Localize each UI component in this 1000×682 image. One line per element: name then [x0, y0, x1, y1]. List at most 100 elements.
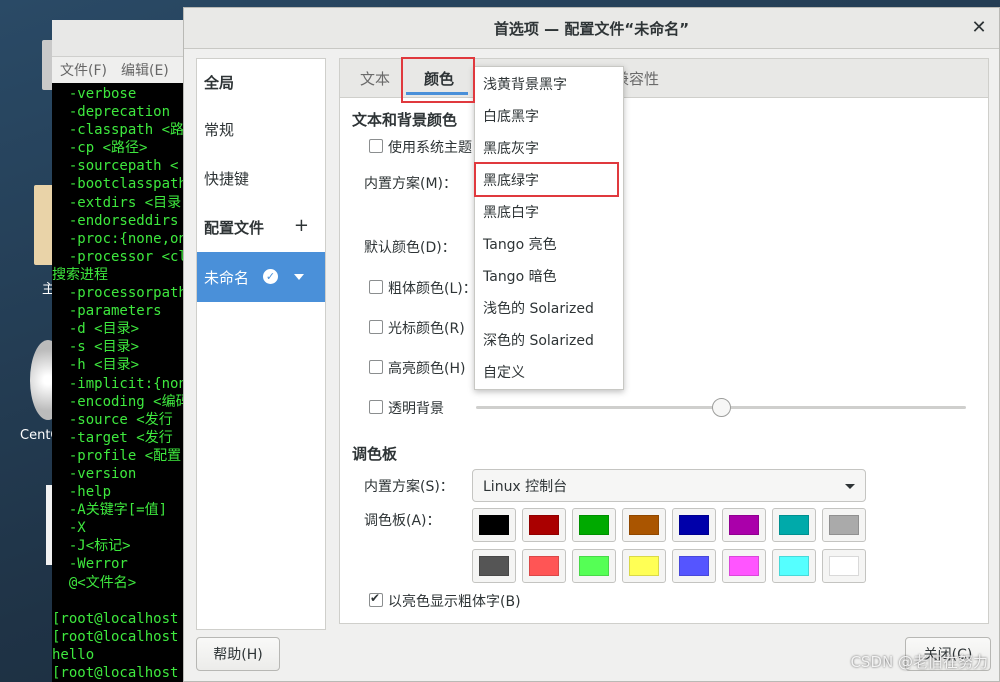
sidebar-label: 快捷键 [204, 170, 250, 188]
terminal-menu-file[interactable]: 文件(F) [60, 60, 107, 80]
dialog-header[interactable]: 首选项 — 配置文件“未命名” ✕ [184, 8, 999, 49]
palette-swatch[interactable] [622, 508, 666, 542]
scheme-menu-item[interactable]: Tango 暗色 [483, 266, 557, 286]
terminal-line: -profile <配置 [52, 447, 182, 464]
close-icon[interactable]: ✕ [969, 18, 989, 38]
dialog-title: 首选项 — 配置文件“未命名” [493, 19, 690, 38]
terminal-line: [root@localhost [52, 610, 179, 627]
use-system-theme-checkbox[interactable] [369, 139, 383, 153]
palette-swatch[interactable] [572, 549, 616, 583]
help-button[interactable]: 帮助(H) [196, 637, 280, 671]
terminal-window[interactable]: 文件(F) 编辑(E) -verbose -deprecation -class… [52, 20, 202, 682]
sidebar-item-global[interactable]: 全局 [197, 59, 325, 105]
terminal-line: -encoding <编码 [52, 393, 190, 410]
terminal-line: -J<标记> [52, 538, 131, 555]
scheme-menu-item[interactable]: 浅色的 Solarized [483, 298, 594, 318]
cursor-color-checkbox[interactable] [369, 320, 383, 334]
terminal-line: -processor <cl [52, 248, 187, 265]
palette-color [679, 556, 709, 576]
palette-swatch[interactable] [472, 508, 516, 542]
sidebar-item-shortcuts[interactable]: 快捷键 [197, 154, 325, 203]
terminal-line: -classpath <路 [52, 122, 185, 139]
scheme-menu-item[interactable]: 黑底白字 [483, 202, 539, 222]
sidebar-item-general[interactable]: 常规 [197, 105, 325, 154]
terminal-line: -sourcepath < [52, 158, 179, 175]
terminal-line: -target <发行 [52, 429, 173, 446]
terminal-line: @<文件名> [52, 574, 137, 591]
palette-color [779, 556, 809, 576]
palette-color [779, 515, 809, 535]
palette-color [629, 515, 659, 535]
scheme-menu-item[interactable]: 自定义 [483, 362, 525, 382]
bold-bright-checkbox[interactable] [369, 591, 383, 607]
terminal-output[interactable]: -verbose -deprecation -classpath <路 -cp … [52, 83, 202, 682]
terminal-line: -proc:{none,on [52, 230, 187, 247]
profile-content: 文本 颜色 兼容性 文本和背景颜色 使用系统主题 内置方案(M)： 默认颜色(D… [339, 58, 989, 624]
chevron-down-icon[interactable] [294, 274, 304, 280]
palette-swatch[interactable] [522, 549, 566, 583]
terminal-titlebar[interactable] [52, 20, 202, 57]
terminal-line: [root@localhost [52, 628, 179, 645]
palette-color [579, 515, 609, 535]
palette-swatch[interactable] [722, 549, 766, 583]
terminal-line: 搜索进程 [52, 266, 108, 283]
palette-swatch[interactable] [772, 508, 816, 542]
palette-swatch[interactable] [722, 508, 766, 542]
terminal-line: -h <目录> [52, 357, 140, 374]
annotation-box-colors-tab [401, 57, 475, 103]
folder-icon[interactable] [34, 185, 54, 265]
sidebar-label: 未命名 [204, 268, 250, 287]
terminal-line: -verbose [52, 86, 137, 102]
palette-swatch[interactable] [672, 549, 716, 583]
sidebar-item-profile-unnamed[interactable]: 未命名 ✓ [197, 252, 325, 302]
palette-color [629, 556, 659, 576]
terminal-line: -bootclasspath [52, 176, 187, 193]
palette-swatch[interactable] [572, 508, 616, 542]
scheme-menu-item[interactable]: 黑底灰字 [483, 138, 539, 158]
terminal-line: -Werror [52, 556, 128, 573]
palette-color [479, 556, 509, 576]
palette-swatch[interactable] [472, 549, 516, 583]
terminal-line: -version [52, 465, 137, 482]
palette-color [829, 515, 859, 535]
scheme-menu-item[interactable]: 白底黑字 [483, 106, 539, 126]
terminal-line: -X [52, 520, 86, 537]
default-color-label: 默认颜色(D)： [364, 240, 456, 256]
terminal-line: [root@localhost [52, 665, 179, 681]
palette-swatch[interactable] [772, 549, 816, 583]
builtin-scheme-label: 内置方案(M)： [364, 176, 458, 192]
highlight-color-label: 高亮颜色(H) [388, 361, 466, 377]
transparency-slider-handle[interactable] [711, 398, 731, 417]
bold-color-label: 粗体颜色(L)： [388, 281, 477, 297]
highlight-color-checkbox[interactable] [369, 360, 383, 374]
terminal-line: -endorseddirs [52, 212, 179, 229]
add-profile-icon[interactable]: + [294, 215, 309, 236]
transparent-bg-label: 透明背景 [388, 401, 444, 417]
sidebar-item-profiles: 配置文件 + [197, 203, 325, 252]
terminal-line: -help [52, 484, 112, 501]
palette-swatch[interactable] [522, 508, 566, 542]
bold-color-checkbox[interactable] [369, 280, 383, 294]
section-title-palette: 调色板 [352, 445, 398, 463]
palette-swatch[interactable] [672, 508, 716, 542]
chevron-down-icon [845, 484, 855, 489]
transparent-bg-checkbox[interactable] [369, 400, 383, 414]
scheme-menu-item[interactable]: Tango 亮色 [483, 234, 557, 254]
terminal-line: -implicit:{non [52, 375, 187, 392]
palette-swatch[interactable] [822, 508, 866, 542]
palette-scheme-select[interactable]: Linux 控制台 [472, 469, 866, 502]
tab-text[interactable]: 文本 [360, 68, 390, 89]
palette-swatch[interactable] [822, 549, 866, 583]
palette-color [579, 556, 609, 576]
terminal-menubar: 文件(F) 编辑(E) [52, 57, 202, 83]
terminal-line: -source <发行 [52, 411, 173, 428]
bold-bright-label: 以亮色显示粗体字(B) [388, 594, 521, 610]
scheme-menu-item[interactable]: 浅黄背景黑字 [483, 74, 567, 94]
palette-color [479, 515, 509, 535]
terminal-line: -A关键字[=值] [52, 502, 168, 519]
palette-swatch[interactable] [622, 549, 666, 583]
terminal-menu-edit[interactable]: 编辑(E) [121, 60, 169, 80]
scheme-menu-item[interactable]: 深色的 Solarized [483, 330, 594, 350]
sidebar-label: 配置文件 [204, 219, 265, 237]
